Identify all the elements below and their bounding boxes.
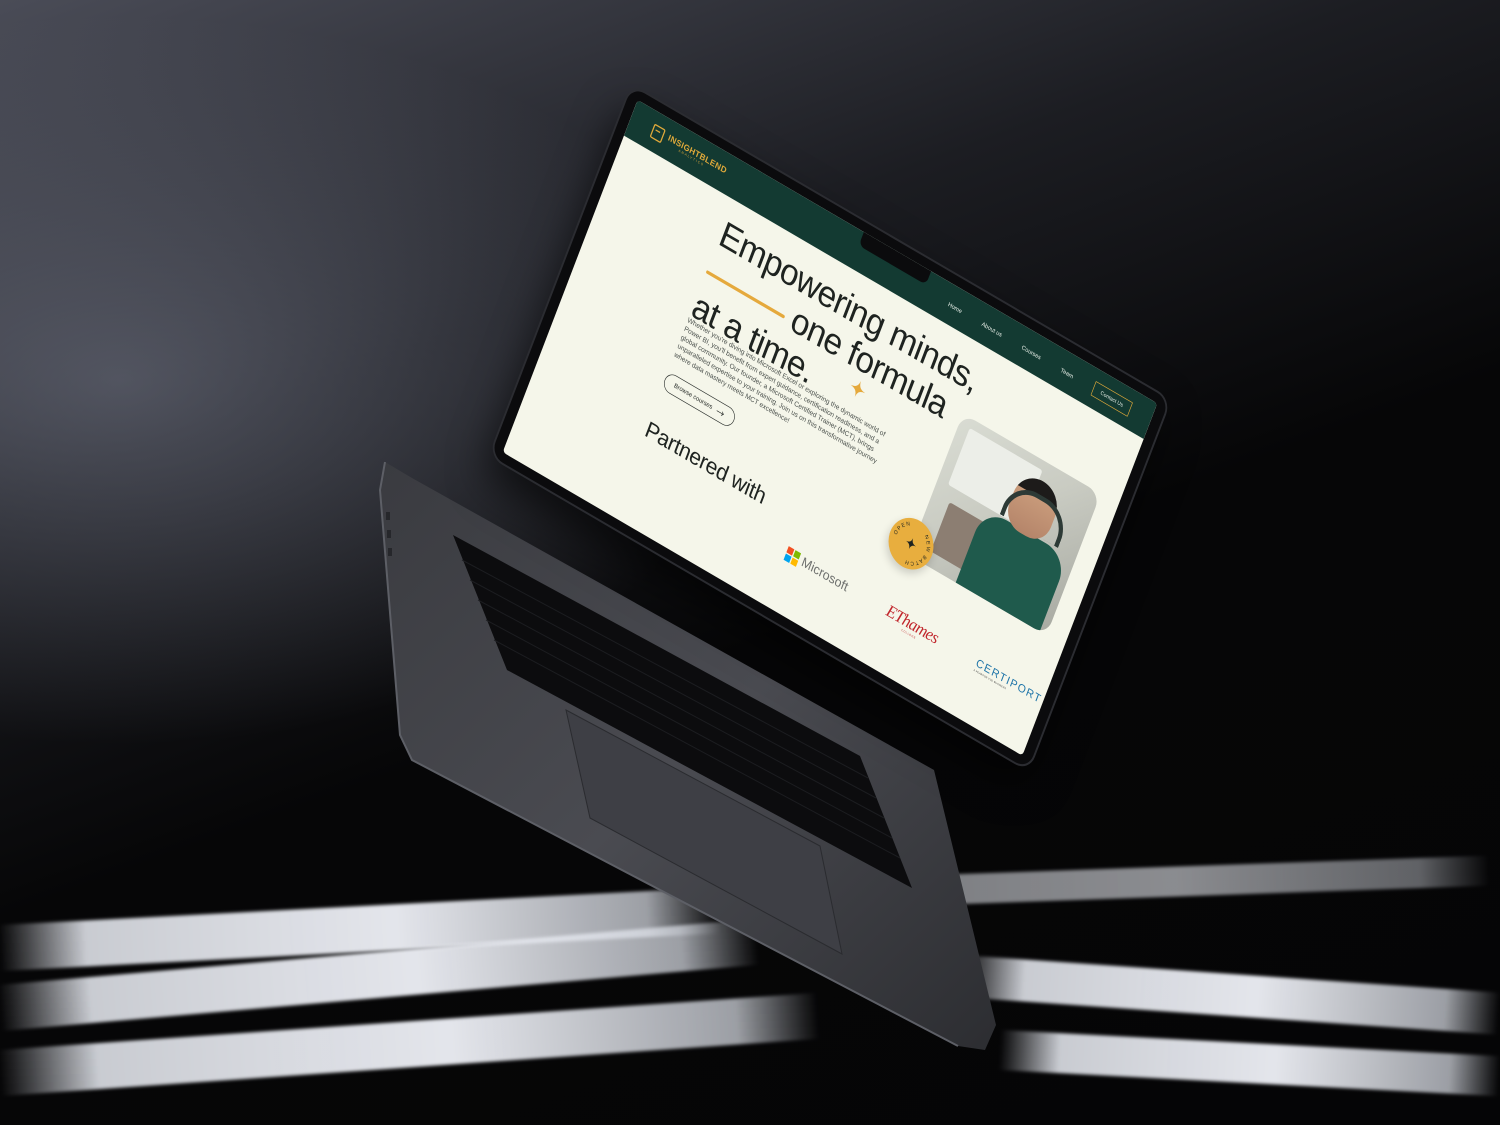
contact-us-button[interactable]: Contact Us: [1090, 381, 1133, 417]
nav-link-about[interactable]: About us: [981, 320, 1003, 338]
logo-mark-icon: [649, 123, 666, 144]
nav-link-team[interactable]: Team: [1060, 366, 1075, 379]
background-scene: INSIGHTBLEND ANALYTICS Home About us Cou…: [0, 0, 1500, 1125]
ethames-logo[interactable]: EThames COLLEGE: [883, 600, 941, 650]
certiport-name: CERTIPORT: [974, 656, 1044, 706]
microsoft-name: Microsoft: [799, 554, 851, 595]
logo-name: INSIGHTBLEND: [666, 132, 729, 176]
svg-text:OPEN: OPEN: [893, 515, 914, 541]
microsoft-logo[interactable]: Microsoft: [783, 545, 851, 596]
badge-text-open: OPEN: [893, 515, 914, 541]
microsoft-icon: [783, 545, 802, 567]
browse-courses-label: Browse courses: [672, 382, 714, 411]
certiport-logo[interactable]: CERTIPORT A PEARSON VUE BUSINESS: [973, 656, 1043, 709]
ethames-name: EThames: [883, 600, 941, 648]
logo-text: INSIGHTBLEND ANALYTICS: [665, 132, 729, 179]
arrow-right-icon: [716, 409, 724, 416]
star-icon: [905, 538, 917, 550]
nav-link-home[interactable]: Home: [947, 300, 963, 314]
nav-link-courses[interactable]: Courses: [1021, 343, 1042, 360]
partners-heading: Partnered with: [641, 416, 770, 510]
